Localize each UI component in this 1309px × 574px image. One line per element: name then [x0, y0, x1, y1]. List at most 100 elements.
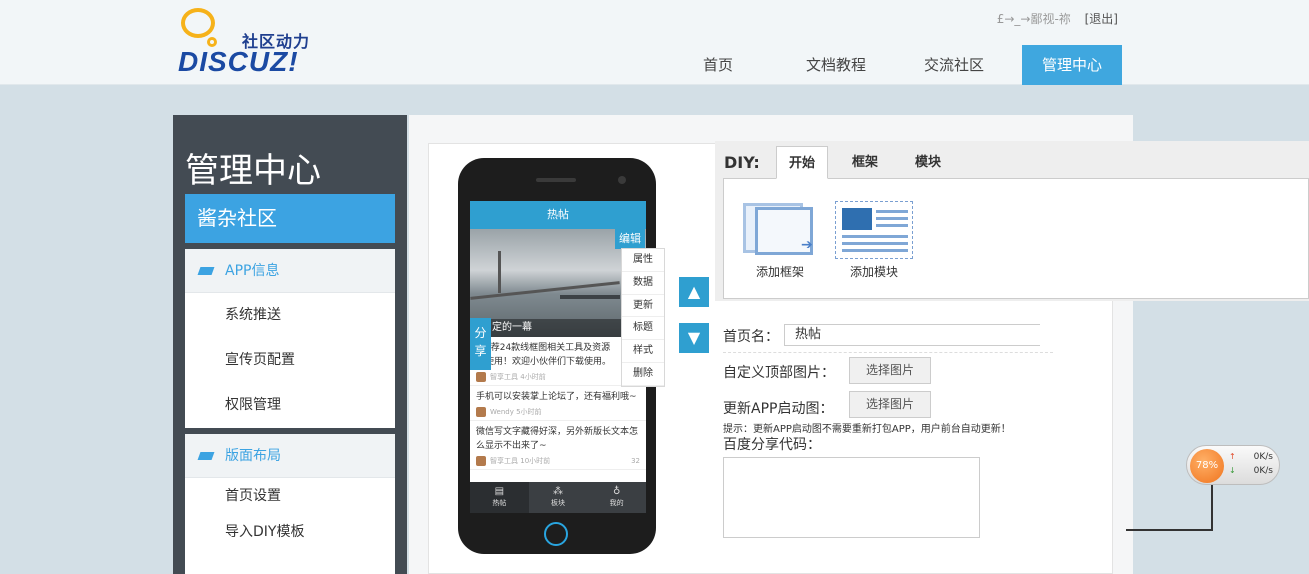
reply-count: 32 — [631, 457, 640, 465]
phone-speaker — [536, 178, 576, 182]
post-meta: 智享工具 10小时前 32 — [476, 455, 640, 467]
home-name-input[interactable]: 热帖 — [784, 324, 1040, 346]
hot-icon: ▤ — [494, 486, 505, 497]
post-time: 5小时前 — [516, 408, 542, 416]
frame-icon: ➔ — [741, 201, 819, 259]
user-icon: ♁ — [613, 486, 621, 497]
baidu-share-code-textarea[interactable] — [723, 457, 980, 538]
avatar — [476, 407, 486, 417]
nav-admin-center[interactable]: 管理中心 — [1022, 45, 1122, 85]
launch-image-label: 更新APP启动图： — [723, 401, 834, 417]
grid-icon: ⁂ — [553, 486, 563, 497]
nav-home[interactable]: 首页 — [668, 45, 768, 85]
block-context-menu: 属性 数据 更新 标题 样式 删除 — [621, 248, 665, 387]
post-time: 10小时前 — [520, 457, 551, 465]
menu-item-title[interactable]: 标题 — [622, 317, 664, 341]
tab-forums[interactable]: ⁂ 板块 — [529, 482, 588, 513]
speed-percent-ball: 78% — [1190, 449, 1224, 483]
logout-link[interactable]: [退出] — [1085, 12, 1118, 26]
nav-docs[interactable]: 文档教程 — [786, 45, 886, 85]
post-author: 智享工具 — [490, 457, 518, 465]
module-line — [876, 217, 908, 220]
phone-home-button — [544, 522, 568, 546]
download-speed-value: 0K/s — [1253, 466, 1273, 476]
tab-label: 我的 — [609, 499, 624, 507]
sidebar-group-head-app-info[interactable]: APP信息 — [185, 249, 395, 293]
screen-title: 热帖 — [470, 201, 646, 229]
logo-en-text[interactable]: DISCUZ! — [178, 46, 299, 78]
group-icon — [197, 267, 215, 275]
arrow-up-icon: ↑ — [1229, 452, 1236, 461]
sidebar-item-system-push[interactable]: 系统推送 — [185, 293, 395, 338]
sidebar-group-app-info: APP信息 系统推送 宣传页配置 权限管理 — [185, 249, 395, 428]
diy-body: ➔ 添加框架 添加模块 — [723, 178, 1309, 299]
main-nav: 首页 文档教程 交流社区 管理中心 — [668, 45, 1140, 85]
add-module-label: 添加模块 — [849, 265, 898, 279]
menu-item-data[interactable]: 数据 — [622, 272, 664, 295]
select-launch-image-button[interactable]: 选择图片 — [849, 391, 931, 418]
sidebar-group-label: 版面布局 — [225, 448, 281, 464]
module-icon — [835, 201, 913, 259]
move-up-button[interactable]: ▲ — [679, 277, 709, 307]
menu-item-update[interactable]: 更新 — [622, 295, 664, 318]
diy-label: DIY: — [724, 153, 760, 172]
upload-speed-value: 0K/s — [1253, 452, 1273, 462]
baidu-share-label: 百度分享代码： — [723, 437, 821, 453]
tab-mine[interactable]: ♁ 我的 — [587, 482, 646, 513]
sidebar-item-promo-config[interactable]: 宣传页配置 — [185, 338, 395, 383]
logo-bubble-icon — [181, 8, 215, 38]
sidebar-item-home-settings[interactable]: 首页设置 — [185, 478, 395, 514]
widget-connector — [1211, 485, 1213, 529]
tab-hot[interactable]: ▤ 热帖 — [470, 482, 529, 513]
bridge-tower — [498, 251, 501, 293]
sidebar-group-layout: 版面布局 首页设置 导入DIY模板 — [185, 434, 395, 574]
add-module-tool[interactable]: 添加模块 — [834, 201, 914, 280]
add-frame-tool[interactable]: ➔ 添加框架 — [740, 201, 820, 280]
post-meta: 智享工具 4小时前 — [476, 371, 640, 383]
list-item[interactable]: 微信写文字藏得好深，另外新版长文本怎 么显示不出来了~ 智享工具 10小时前 32 — [470, 421, 646, 470]
module-line — [842, 249, 908, 252]
download-speed: ↓ 0K/s — [1229, 466, 1279, 476]
network-speed-widget[interactable]: 78% ↑ 0K/s ↓ 0K/s — [1186, 445, 1280, 485]
sidebar-item-permissions[interactable]: 权限管理 — [185, 383, 395, 428]
module-line — [842, 235, 908, 238]
post-time: 4小时前 — [520, 373, 546, 381]
tab-start[interactable]: 开始 — [776, 146, 828, 179]
move-down-button[interactable]: ▼ — [679, 323, 709, 353]
avatar — [476, 456, 486, 466]
menu-item-properties[interactable]: 属性 — [622, 249, 664, 272]
nav-community[interactable]: 交流社区 — [904, 45, 1004, 85]
username-link[interactable]: £→_→鄙视-祢 — [997, 12, 1071, 26]
launch-image-hint: 提示：更新APP启动图不需要重新打包APP，用户前台自动更新！ — [723, 424, 1011, 435]
avatar — [476, 372, 486, 382]
tab-frame[interactable]: 框架 — [840, 146, 890, 179]
post-author: 智享工具 — [490, 373, 518, 381]
edit-button[interactable]: 编辑 — [615, 229, 645, 249]
tab-module[interactable]: 模块 — [903, 146, 953, 179]
tab-label: 板块 — [551, 499, 565, 507]
module-line — [876, 224, 908, 227]
user-info: £→_→鄙视-祢 [退出] — [997, 10, 1118, 27]
sidebar-group-head-layout[interactable]: 版面布局 — [185, 434, 395, 478]
screen-tabbar: ▤ 热帖 ⁂ 板块 ♁ 我的 — [470, 482, 646, 513]
list-item[interactable]: 6推荐24款线框图相关工具及资源 费使用！欢迎小伙伴们下载使用。 智享工具 4小… — [470, 337, 646, 386]
arrow-right-icon: ➔ — [801, 237, 813, 253]
list-item[interactable]: 手机可以安装掌上论坛了，还有福利哦~ Wendy 5小时前 — [470, 386, 646, 421]
post-text: 6推荐24款线框图相关工具及资源 费使用！欢迎小伙伴们下载使用。 — [476, 343, 612, 367]
add-frame-label: 添加框架 — [755, 265, 804, 279]
arrow-down-icon: ↓ — [1229, 466, 1236, 475]
post-text: 微信写文字藏得好深，另外新版长文本怎 么显示不出来了~ — [476, 427, 639, 451]
diy-panel: DIY: ➔ 添加框架 添加模块 开始 框架 模块 — [715, 141, 1309, 301]
photo-caption: 定的一幕 — [470, 319, 646, 337]
menu-item-style[interactable]: 样式 — [622, 340, 664, 363]
sidebar-item-import-diy[interactable]: 导入DIY模板 — [185, 514, 395, 550]
group-icon — [197, 452, 215, 460]
select-top-image-button[interactable]: 选择图片 — [849, 357, 931, 384]
site-name-button[interactable]: 酱杂社区 — [185, 194, 395, 243]
widget-connector — [1126, 529, 1213, 531]
menu-item-delete[interactable]: 删除 — [622, 363, 664, 386]
top-header: 社区动力 DISCUZ! £→_→鄙视-祢 [退出] 首页 文档教程 交流社区 … — [0, 0, 1309, 85]
share-button[interactable]: 分享 — [470, 318, 491, 370]
divider — [723, 352, 1053, 353]
pier — [560, 295, 620, 299]
